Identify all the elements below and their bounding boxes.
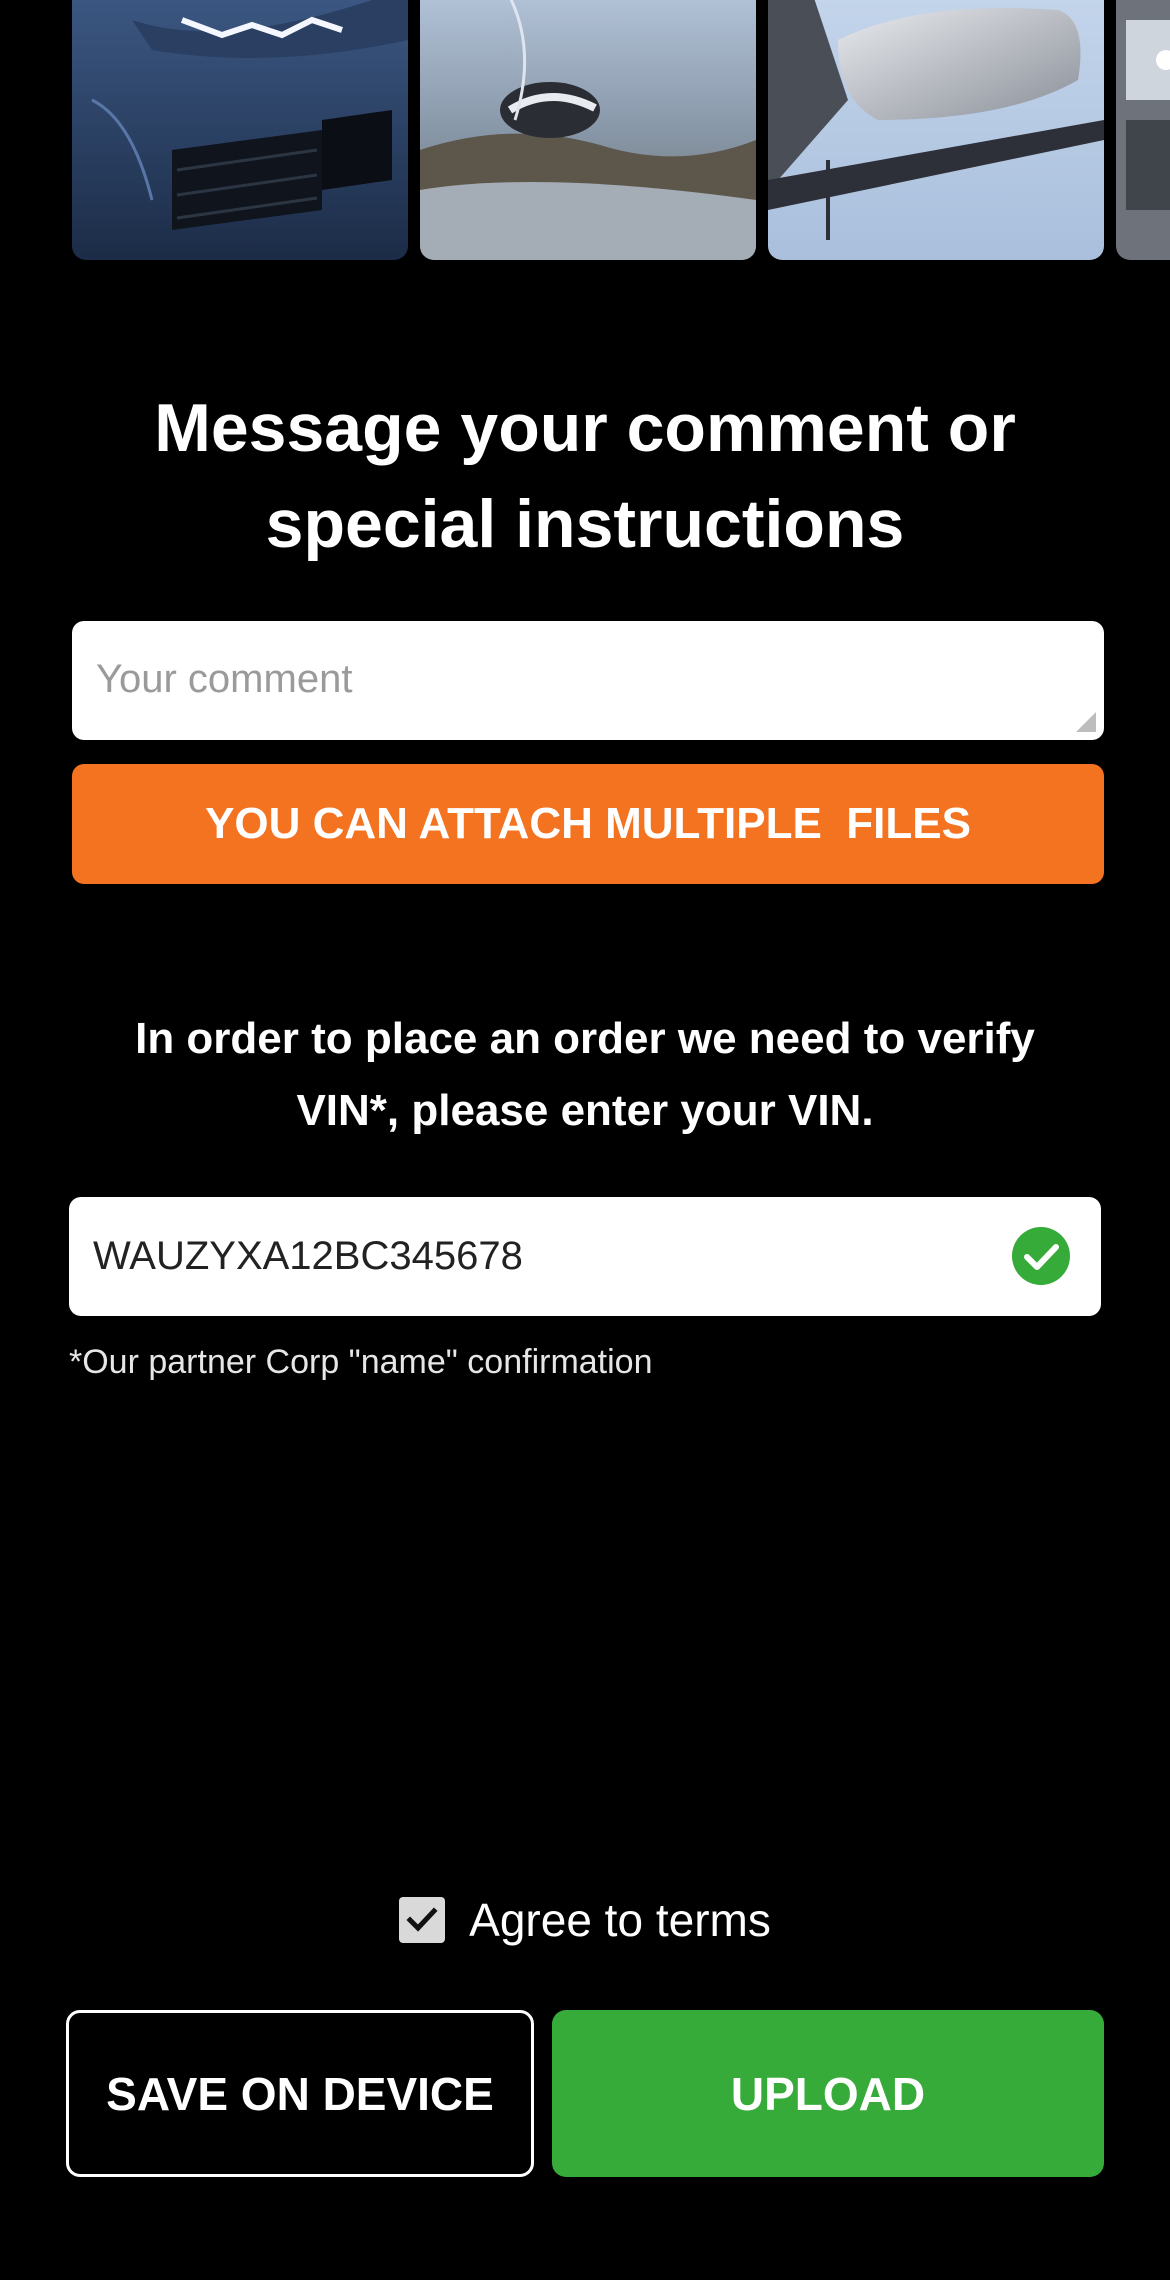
upload-button[interactable]: UPLOAD (552, 2010, 1104, 2177)
gallery-photo-headlight[interactable] (72, 0, 408, 260)
comment-textarea[interactable] (72, 621, 1104, 740)
photo-gallery (0, 0, 1170, 262)
attach-files-button[interactable]: YOU CAN ATTACH MULTIPLE FILES (72, 764, 1104, 884)
resize-handle-icon[interactable] (1076, 712, 1096, 732)
gallery-photo-door-handle[interactable] (420, 0, 756, 260)
checkmark-icon (406, 1907, 438, 1932)
vin-instructions: In order to place an order we need to ve… (135, 1014, 1035, 1135)
comment-field-container (72, 621, 1104, 740)
comment-section-title: Message your comment or special instruct… (154, 390, 1016, 562)
gallery-photo-side-mirror[interactable] (768, 0, 1104, 260)
agree-terms-row: Agree to terms (0, 1890, 1170, 1950)
vin-input[interactable] (69, 1197, 1101, 1316)
vin-field-container (69, 1197, 1101, 1316)
agree-terms-checkbox[interactable] (399, 1897, 446, 1943)
vin-confirmation-note: *Our partner Corp "name" confirmation (69, 1343, 653, 1381)
check-circle-icon (1011, 1226, 1071, 1286)
save-on-device-button[interactable]: SAVE ON DEVICE (66, 2010, 534, 2177)
gallery-photo-partial[interactable] (1116, 0, 1170, 260)
agree-terms-label[interactable]: Agree to terms (469, 1893, 771, 1947)
